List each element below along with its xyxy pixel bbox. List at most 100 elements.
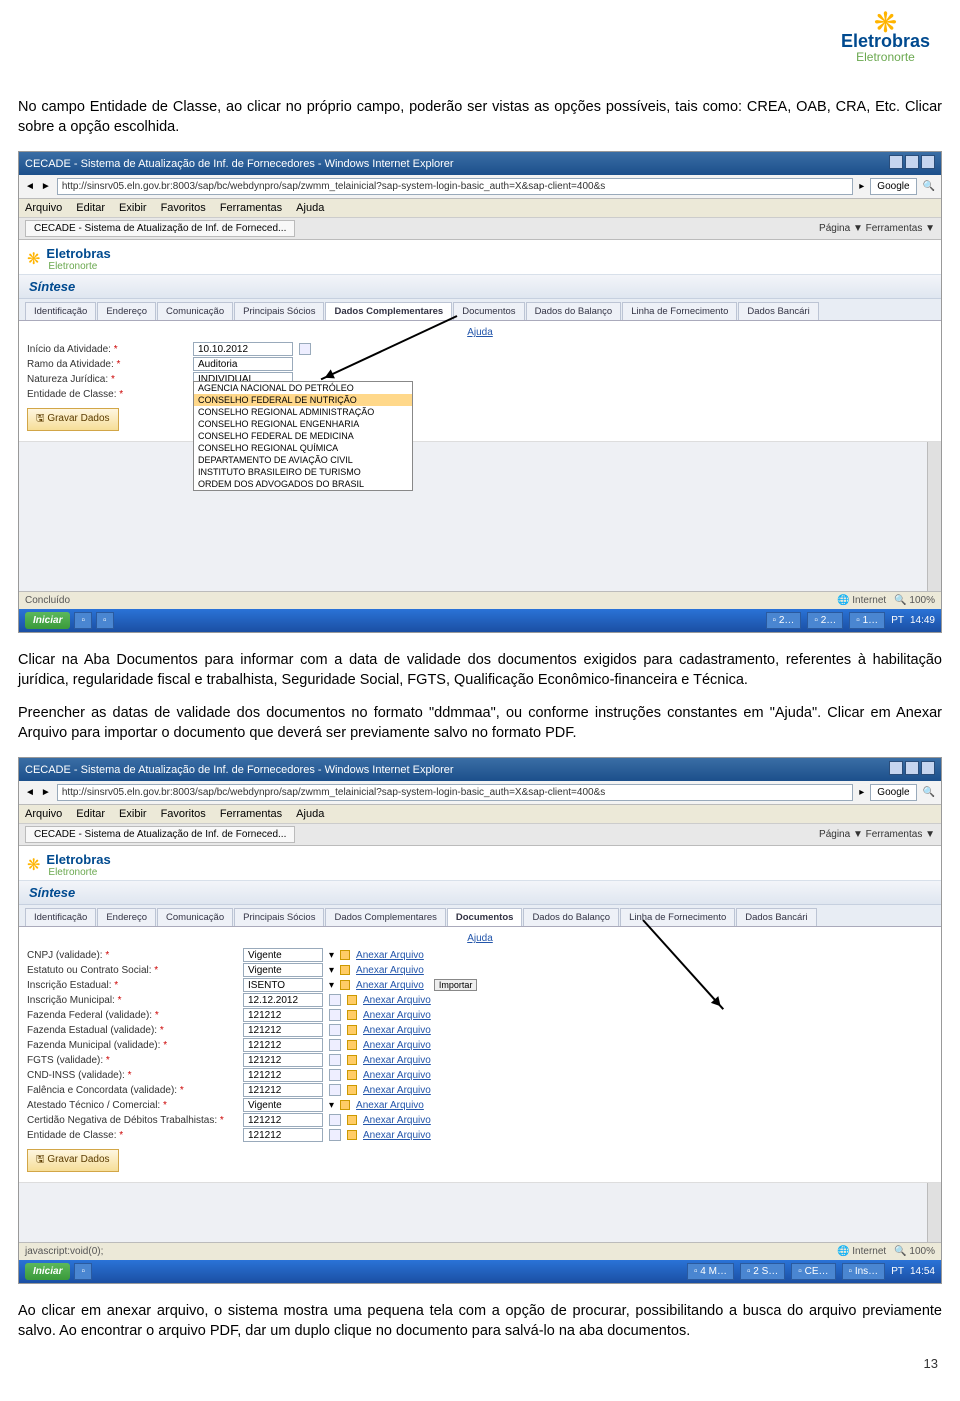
anexar-link[interactable]: Anexar Arquivo: [356, 950, 424, 961]
chevron-down-icon[interactable]: ▾: [329, 950, 334, 961]
field-input[interactable]: 12.12.2012: [243, 993, 323, 1007]
app-tab[interactable]: Linha de Fornecimento: [622, 302, 737, 320]
save-button[interactable]: 🖫 Gravar Dados: [27, 408, 119, 431]
search-box[interactable]: Google: [870, 784, 916, 801]
app-tab[interactable]: Principais Sócios: [234, 908, 324, 926]
back-icon[interactable]: ◄: [25, 181, 35, 192]
ie-menu-item[interactable]: Editar: [76, 202, 105, 214]
anexar-link[interactable]: Anexar Arquivo: [356, 980, 424, 991]
forward-icon[interactable]: ►: [41, 787, 51, 798]
app-tab[interactable]: Dados Bancári: [736, 908, 816, 926]
search-icon[interactable]: 🔍: [923, 181, 935, 192]
ie-menu-item[interactable]: Arquivo: [25, 202, 62, 214]
dropdown-option[interactable]: AGENCIA NACIONAL DO PETRÓLEO: [194, 382, 412, 394]
back-icon[interactable]: ◄: [25, 787, 35, 798]
attach-icon[interactable]: [340, 1100, 350, 1110]
entidade-dropdown-list[interactable]: AGENCIA NACIONAL DO PETRÓLEO CONSELHO FED…: [193, 381, 413, 491]
field-input[interactable]: 121212: [243, 1128, 323, 1142]
attach-icon[interactable]: [347, 1115, 357, 1125]
app-tab[interactable]: Identificação: [25, 302, 96, 320]
app-tabs[interactable]: IdentificaçãoEndereçoComunicaçãoPrincipa…: [19, 905, 941, 927]
field-input[interactable]: 121212: [243, 1113, 323, 1127]
dropdown-option[interactable]: CONSELHO FEDERAL DE MEDICINA: [194, 430, 412, 442]
dropdown-option[interactable]: INSTITUTO BRASILEIRO DE TURISMO: [194, 466, 412, 478]
field-input[interactable]: 121212: [243, 1053, 323, 1067]
ie-menu[interactable]: ArquivoEditarExibirFavoritosFerramentasA…: [19, 199, 941, 218]
anexar-link[interactable]: Anexar Arquivo: [363, 995, 431, 1006]
attach-icon[interactable]: [340, 950, 350, 960]
field-input[interactable]: 121212: [243, 1068, 323, 1082]
taskbar-item[interactable]: ▫: [96, 612, 114, 629]
taskbar-item[interactable]: ▫: [74, 1263, 92, 1280]
attach-icon[interactable]: [347, 1010, 357, 1020]
search-icon[interactable]: 🔍: [923, 787, 935, 798]
field-input[interactable]: Vigente: [243, 963, 323, 977]
anexar-link[interactable]: Anexar Arquivo: [356, 965, 424, 976]
scrollbar[interactable]: [927, 442, 941, 591]
chevron-down-icon[interactable]: ▾: [329, 1100, 334, 1111]
go-icon[interactable]: ▸: [859, 787, 864, 798]
calendar-icon[interactable]: [329, 1009, 341, 1021]
field-input[interactable]: ISENTO: [243, 978, 323, 992]
lang-indicator[interactable]: PT: [891, 1266, 904, 1277]
dropdown-option[interactable]: CONSELHO REGIONAL ADMINISTRAÇÃO: [194, 406, 412, 418]
app-tab[interactable]: Linha de Fornecimento: [620, 908, 735, 926]
ie-menu-item[interactable]: Favoritos: [161, 202, 206, 214]
app-tab[interactable]: Comunicação: [157, 908, 233, 926]
ie-menu-item[interactable]: Editar: [76, 808, 105, 820]
taskbar-item[interactable]: ▫ Ins…: [842, 1263, 886, 1280]
calendar-icon[interactable]: [329, 1039, 341, 1051]
calendar-icon[interactable]: [329, 1024, 341, 1036]
app-tab[interactable]: Documentos: [453, 302, 524, 320]
calendar-icon[interactable]: [299, 343, 311, 355]
app-tab[interactable]: Identificação: [25, 908, 96, 926]
taskbar-item[interactable]: ▫ 2…: [766, 612, 802, 629]
field-input[interactable]: 121212: [243, 1083, 323, 1097]
zoom-level[interactable]: 🔍 100%: [894, 1246, 935, 1257]
browser-tab[interactable]: CECADE - Sistema de Atualização de Inf. …: [25, 220, 295, 237]
start-button[interactable]: Iniciar: [25, 1263, 70, 1280]
window-buttons[interactable]: [887, 761, 935, 778]
lang-indicator[interactable]: PT: [891, 615, 904, 626]
dropdown-option[interactable]: CONSELHO REGIONAL ENGENHARIA: [194, 418, 412, 430]
app-tab[interactable]: Endereço: [97, 908, 156, 926]
anexar-link[interactable]: Anexar Arquivo: [363, 1070, 431, 1081]
app-tab[interactable]: Comunicação: [157, 302, 233, 320]
attach-icon[interactable]: [347, 1070, 357, 1080]
forward-icon[interactable]: ►: [41, 181, 51, 192]
calendar-icon[interactable]: [329, 1069, 341, 1081]
ie-menu-item[interactable]: Favoritos: [161, 808, 206, 820]
ie-menu-item[interactable]: Arquivo: [25, 808, 62, 820]
attach-icon[interactable]: [347, 1055, 357, 1065]
ie-menu[interactable]: ArquivoEditarExibirFavoritosFerramentasA…: [19, 805, 941, 824]
taskbar-item[interactable]: ▫ 2 S…: [740, 1263, 785, 1280]
field-input[interactable]: Vigente: [243, 1098, 323, 1112]
url-field[interactable]: http://sinsrv05.eln.gov.br:8003/sap/bc/w…: [57, 784, 853, 801]
taskbar-item[interactable]: ▫ 1…: [849, 612, 885, 629]
anexar-link[interactable]: Anexar Arquivo: [363, 1115, 431, 1126]
browser-tab[interactable]: CECADE - Sistema de Atualização de Inf. …: [25, 826, 295, 843]
ie-menu-item[interactable]: Ajuda: [296, 808, 324, 820]
scrollbar[interactable]: [927, 1183, 941, 1242]
anexar-link[interactable]: Anexar Arquivo: [363, 1025, 431, 1036]
app-tab[interactable]: Dados Complementares: [325, 302, 452, 320]
dropdown-option[interactable]: CONSELHO REGIONAL QUÍMICA: [194, 442, 412, 454]
search-box[interactable]: Google: [870, 178, 916, 195]
app-tab[interactable]: Principais Sócios: [234, 302, 324, 320]
taskbar-item[interactable]: ▫ 4 M…: [687, 1263, 734, 1280]
go-icon[interactable]: ▸: [859, 181, 864, 192]
app-tab[interactable]: Endereço: [97, 302, 156, 320]
attach-icon[interactable]: [347, 1040, 357, 1050]
ie-menu-item[interactable]: Ferramentas: [220, 202, 282, 214]
anexar-link[interactable]: Anexar Arquivo: [363, 1040, 431, 1051]
app-tab[interactable]: Dados do Balanço: [526, 302, 622, 320]
browser-tools[interactable]: Página ▼ Ferramentas ▼: [819, 829, 935, 840]
app-tab[interactable]: Dados Bancári: [738, 302, 818, 320]
attach-icon[interactable]: [347, 1025, 357, 1035]
dropdown-option[interactable]: ORDEM DOS ADVOGADOS DO BRASIL: [194, 478, 412, 490]
ie-menu-item[interactable]: Exibir: [119, 202, 147, 214]
field-input[interactable]: 121212: [243, 1023, 323, 1037]
help-link[interactable]: Ajuda: [27, 933, 933, 944]
help-link[interactable]: Ajuda: [27, 327, 933, 338]
anexar-link[interactable]: Anexar Arquivo: [363, 1055, 431, 1066]
